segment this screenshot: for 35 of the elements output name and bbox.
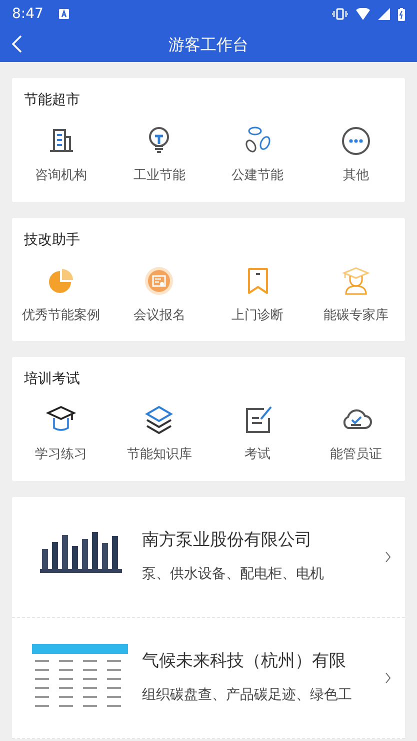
company-item[interactable]: 气候未来科技（杭州）有限 组织碳盘查、产品碳足迹、绿色工 xyxy=(12,618,405,738)
section-title: 节能超市 xyxy=(23,91,81,110)
menu-item[interactable]: 节能知识库 xyxy=(110,404,208,464)
battery-icon xyxy=(398,8,405,20)
menu-item[interactable]: 优秀节能案例 xyxy=(12,264,110,325)
menu-item[interactable]: 能碳专家库 xyxy=(306,264,405,325)
back-icon[interactable] xyxy=(12,35,22,53)
signal-icon xyxy=(378,8,390,20)
menu-item[interactable]: 考试 xyxy=(208,404,307,464)
menu-item[interactable]: 其他 xyxy=(306,125,405,186)
company-products: 组织碳盘查、产品碳足迹、绿色工 xyxy=(142,686,353,705)
menu-item[interactable]: 咨询机构 xyxy=(12,125,110,186)
chevron-right-icon xyxy=(385,550,391,562)
section-title: 技改助手 xyxy=(23,230,81,250)
page-title: 游客工作台 xyxy=(168,34,248,56)
company-products: 泵、供水设备、配电柜、电机 xyxy=(142,564,325,584)
company-name: 气候未来科技（杭州）有限 xyxy=(142,650,347,674)
vibrate-icon xyxy=(332,8,348,20)
more-icon xyxy=(340,125,372,157)
menu-item[interactable]: 能管员证 xyxy=(306,404,405,464)
notification-icon xyxy=(59,9,70,19)
layers-icon xyxy=(143,404,176,436)
menu-item[interactable]: 公建节能 xyxy=(208,125,307,186)
menu-item[interactable]: 会议报名 xyxy=(110,264,208,325)
menu-item[interactable]: 学习练习 xyxy=(12,404,110,464)
graduate-icon xyxy=(340,264,372,296)
wifi-icon xyxy=(356,8,370,20)
menu-item[interactable]: 上门诊断 xyxy=(208,264,307,325)
status-time: 8:47 xyxy=(12,4,44,24)
menu-item[interactable]: 工业节能 xyxy=(110,125,208,186)
chevron-right-icon xyxy=(385,672,391,684)
company-item[interactable]: 南方泵业股份有限公司 泵、供水设备、配电柜、电机 xyxy=(12,496,405,618)
company-name: 南方泵业股份有限公司 xyxy=(142,529,313,552)
section-title: 培训考试 xyxy=(23,370,81,389)
certificate-icon xyxy=(143,264,176,296)
